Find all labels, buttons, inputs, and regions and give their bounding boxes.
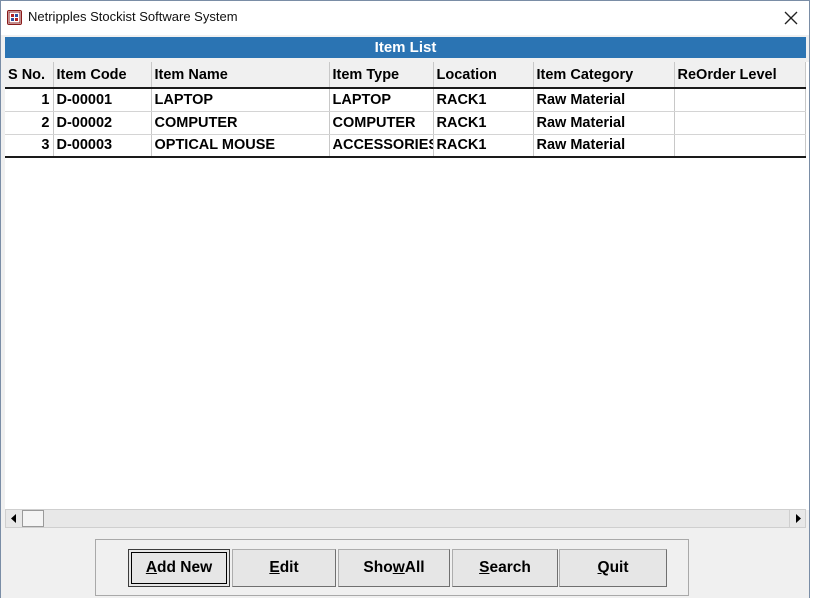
column-header-item-code[interactable]: Item Code — [53, 62, 152, 89]
quit-label-post: uit — [609, 559, 629, 576]
table-row[interactable]: 2 D-00002 COMPUTER COMPUTER RACK1 Raw Ma… — [5, 111, 806, 135]
search-accesskey: S — [479, 559, 490, 576]
cell-sno[interactable]: 2 — [5, 111, 54, 135]
cell-item-code[interactable]: D-00003 — [53, 134, 152, 158]
item-grid[interactable]: S No. Item Code Item Name Item Type Loca… — [5, 62, 809, 510]
cell-item-name[interactable]: COMPUTER — [151, 111, 330, 135]
table-row[interactable]: 3 D-00003 OPTICAL MOUSE ACCESSORIES RACK… — [5, 134, 806, 158]
cell-item-type[interactable]: COMPUTER — [329, 111, 434, 135]
edit-label-post: dit — [279, 559, 299, 576]
cell-location[interactable]: RACK1 — [433, 88, 534, 112]
main-window: Netripples Stockist Software System Item… — [0, 0, 810, 598]
cell-item-type[interactable]: LAPTOP — [329, 88, 434, 112]
search-label-post: earch — [489, 559, 531, 576]
cell-item-category[interactable]: Raw Material — [533, 134, 675, 158]
column-header-item-type[interactable]: Item Type — [329, 62, 434, 89]
cell-reorder-level[interactable] — [674, 111, 806, 135]
cell-item-code[interactable]: D-00001 — [53, 88, 152, 112]
add-new-button[interactable]: Add New — [128, 549, 230, 587]
cell-location[interactable]: RACK1 — [433, 134, 534, 158]
cell-item-type[interactable]: ACCESSORIES — [329, 134, 434, 158]
show-all-label-pre: Sho — [363, 559, 393, 576]
arrow-left-icon[interactable] — [10, 514, 18, 523]
cell-item-category[interactable]: Raw Material — [533, 111, 675, 135]
add-new-accesskey: A — [145, 559, 158, 576]
cell-reorder-level[interactable] — [674, 134, 806, 158]
cell-sno[interactable]: 3 — [5, 134, 54, 158]
cell-item-category[interactable]: Raw Material — [533, 88, 675, 112]
cell-reorder-level[interactable] — [674, 88, 806, 112]
scroll-thumb[interactable] — [22, 510, 44, 527]
column-header-reorder-level[interactable]: ReOrder Level — [674, 62, 806, 89]
show-all-label-post: All — [404, 559, 425, 576]
app-icon — [7, 10, 22, 25]
cell-item-name[interactable]: LAPTOP — [151, 88, 330, 112]
table-header-row: S No. Item Code Item Name Item Type Loca… — [5, 62, 806, 89]
search-button[interactable]: Search — [452, 549, 558, 587]
table-row[interactable]: 1 D-00001 LAPTOP LAPTOP RACK1 Raw Materi… — [5, 88, 806, 112]
show-all-button[interactable]: Sho w All — [338, 549, 450, 587]
item-list-header: Item List — [5, 37, 806, 58]
edit-accesskey: E — [269, 559, 280, 576]
cell-item-name[interactable]: OPTICAL MOUSE — [151, 134, 330, 158]
quit-button[interactable]: Quit — [559, 549, 667, 587]
close-icon[interactable] — [784, 11, 798, 25]
column-header-location[interactable]: Location — [433, 62, 534, 89]
scroll-left-button[interactable] — [6, 510, 22, 527]
column-header-item-category[interactable]: Item Category — [533, 62, 675, 89]
column-header-item-name[interactable]: Item Name — [151, 62, 330, 89]
edit-button[interactable]: Edit — [232, 549, 336, 587]
close-button[interactable] — [773, 3, 809, 33]
button-panel: Add New Edit Sho w All Search Quit — [95, 539, 689, 596]
quit-accesskey: Q — [597, 559, 610, 576]
cell-location[interactable]: RACK1 — [433, 111, 534, 135]
add-new-label-post: dd New — [157, 559, 213, 576]
arrow-right-icon[interactable] — [794, 514, 802, 523]
item-table: S No. Item Code Item Name Item Type Loca… — [5, 62, 806, 158]
show-all-accesskey: w — [392, 559, 405, 576]
horizontal-scrollbar[interactable] — [5, 509, 806, 528]
cell-sno[interactable]: 1 — [5, 88, 54, 112]
cell-item-code[interactable]: D-00002 — [53, 111, 152, 135]
column-header-sno[interactable]: S No. — [5, 62, 54, 89]
scroll-right-button[interactable] — [789, 510, 805, 527]
title-bar: Netripples Stockist Software System — [1, 1, 809, 35]
window-title: Netripples Stockist Software System — [28, 9, 238, 24]
